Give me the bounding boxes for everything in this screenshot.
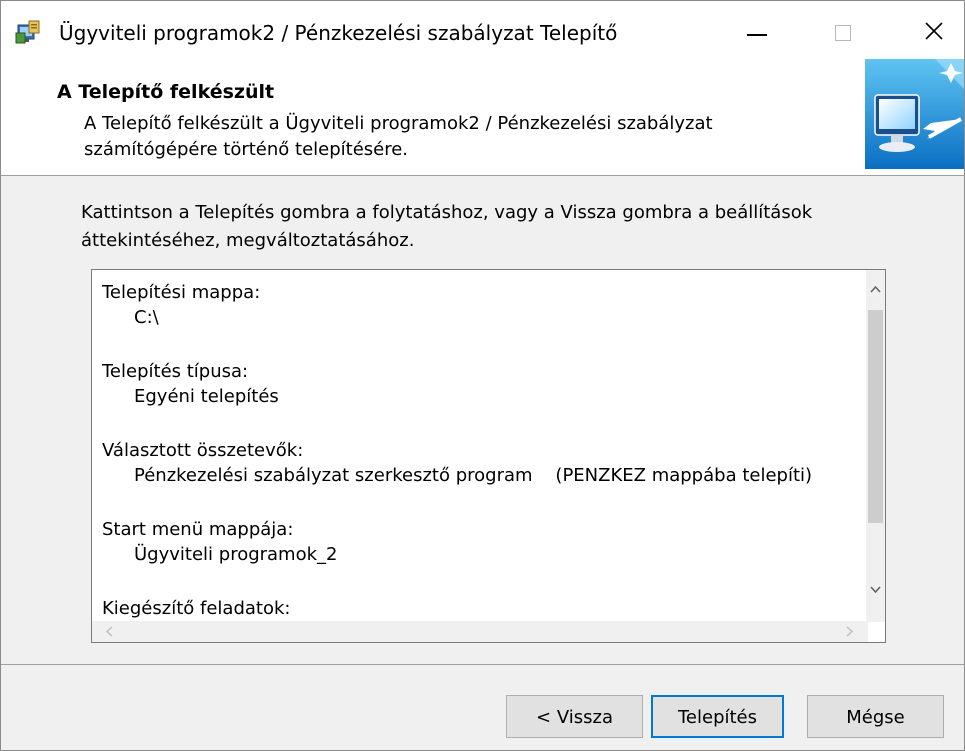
- scroll-down-icon[interactable]: [868, 582, 883, 597]
- summary-value: Pénzkezelési szabályzat szerkesztő progr…: [134, 465, 813, 486]
- close-icon: [925, 22, 943, 40]
- window-title: Ügyviteli programok2 / Pénzkezelési szab…: [59, 21, 618, 45]
- summary-content: Telepítési mappa: C:\ Telepítés típusa: …: [102, 280, 862, 642]
- close-button[interactable]: [904, 1, 964, 59]
- title-bar[interactable]: Ügyviteli programok2 / Pénzkezelési szab…: [1, 1, 964, 59]
- back-button[interactable]: < Vissza: [506, 695, 643, 738]
- maximize-button[interactable]: [813, 1, 873, 59]
- summary-section: Telepítés típusa: Egyéni telepítés: [102, 359, 862, 409]
- summary-section: Telepítési mappa: C:\: [102, 280, 862, 330]
- divider: [1, 664, 964, 665]
- scrollbar-thumb[interactable]: [868, 310, 883, 523]
- summary-label: Kiegészítő feladatok:: [102, 598, 291, 619]
- summary-value: Ügyviteli programok_2: [134, 544, 338, 565]
- summary-value: C:\: [134, 307, 159, 328]
- minimize-button[interactable]: [727, 1, 787, 59]
- page-description: A Telepítő felkészült a Ügyviteli progra…: [84, 113, 713, 160]
- vertical-scrollbar[interactable]: [866, 270, 885, 622]
- cancel-button[interactable]: Mégse: [807, 695, 944, 738]
- summary-label: Telepítési mappa:: [102, 282, 261, 303]
- maximize-icon: [835, 25, 851, 41]
- install-button[interactable]: Telepítés: [651, 695, 784, 738]
- summary-section: Kiegészítő feladatok:: [102, 596, 862, 621]
- horizontal-scrollbar[interactable]: [92, 621, 868, 642]
- summary-value: Egyéni telepítés: [134, 386, 279, 407]
- installer-icon: [15, 19, 41, 45]
- wizard-header: A Telepítő felkészült A Telepítő felkész…: [1, 59, 964, 176]
- installer-window: Ügyviteli programok2 / Pénzkezelési szab…: [0, 0, 965, 751]
- instruction-text: Kattintson a Telepítés gombra a folytatá…: [81, 202, 813, 251]
- summary-section: Választott összetevők: Pénzkezelési szab…: [102, 438, 862, 488]
- scroll-right-icon[interactable]: [842, 624, 857, 639]
- computer-install-icon: [865, 59, 964, 169]
- summary-label: Választott összetevők:: [102, 440, 304, 461]
- summary-memo[interactable]: Telepítési mappa: C:\ Telepítés típusa: …: [91, 269, 886, 643]
- scroll-up-icon[interactable]: [868, 282, 883, 297]
- page-title: A Telepítő felkészült: [57, 81, 275, 103]
- minimize-icon: [747, 34, 767, 36]
- scroll-left-icon[interactable]: [102, 624, 117, 639]
- summary-label: Telepítés típusa:: [102, 361, 249, 382]
- summary-label: Start menü mappája:: [102, 519, 294, 540]
- summary-section: Start menü mappája: Ügyviteli programok_…: [102, 517, 862, 567]
